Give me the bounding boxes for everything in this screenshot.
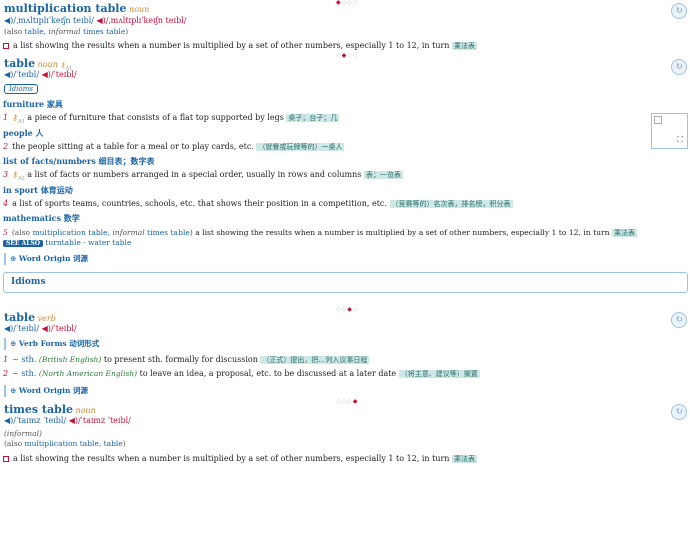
refresh-icon[interactable]: ↻ <box>671 59 687 75</box>
broken-image-icon <box>654 116 662 124</box>
definition: a list showing the results when a number… <box>3 454 478 464</box>
xref-link[interactable]: times table <box>83 27 125 36</box>
definition: a list showing the results when a number… <box>3 41 478 51</box>
translation: 乘法表 <box>611 229 637 237</box>
headword: times table <box>4 403 73 416</box>
translation: （竞赛等的）名次表，排名榜，积分表 <box>389 200 513 208</box>
sense-group-label: mathematics 数学 <box>3 213 80 223</box>
refresh-icon[interactable]: ↻ <box>671 404 687 420</box>
definition: 4a list of sports teams, countries, scho… <box>3 199 513 208</box>
speaker-icon[interactable]: ◀) <box>4 70 13 79</box>
translation: （就餐或玩牌等的）一桌人 <box>256 143 345 151</box>
idioms-button[interactable]: Idioms <box>4 84 38 94</box>
speaker-icon[interactable]: ◀) <box>4 416 13 425</box>
pronunciation-us: /ˈteɪbl/ <box>50 324 77 333</box>
part-of-speech: verb <box>37 314 56 323</box>
speaker-icon[interactable]: ◀) <box>4 16 13 25</box>
word-origin-toggle[interactable]: ⊕ Word Origin 词源 <box>4 253 88 265</box>
definition: 1 ⚷A1 a piece of furniture that consists … <box>3 113 340 125</box>
pronunciation-row: ◀)/ˈtaɪmz ˈteɪbl/ ◀)/ˈtaɪmz ˈteɪbl/ <box>4 416 131 425</box>
also-note: (also table, informal times table) <box>4 27 129 36</box>
speaker-icon[interactable]: ◀) <box>69 416 78 425</box>
sense-marker-icon <box>3 456 9 462</box>
pronunciation-uk: /ˈteɪbl/ <box>13 70 40 79</box>
idioms-section-header[interactable]: Idioms <box>3 272 688 293</box>
image-thumbnail[interactable]: ⛶ <box>651 113 688 149</box>
entry-header: table verb <box>4 311 56 324</box>
sense-group-label: furniture 家具 <box>3 99 63 109</box>
register-label: (British English) <box>38 355 102 364</box>
plus-icon: ⊕ <box>10 254 17 263</box>
refresh-icon[interactable]: ↻ <box>671 3 687 19</box>
translation: 表；一览表 <box>363 171 403 179</box>
pronunciation-us: /ˈtaɪmz ˈteɪbl/ <box>77 416 131 425</box>
definition: 2 the people sitting at a table for a mea… <box>3 142 345 151</box>
pronunciation-uk: /ˌmʌltɪplɪˈkeɪʃn teɪbl/ <box>13 16 94 25</box>
sense-group-label: people 人 <box>3 128 44 138</box>
pronunciation-us: /ˈteɪbl/ <box>50 70 77 79</box>
translation: 乘法表 <box>452 42 478 50</box>
translation: 桌子；台子；几 <box>286 114 340 122</box>
plus-icon: ⊕ <box>10 386 17 395</box>
expand-icon[interactable]: ⛶ <box>677 135 683 145</box>
entry-separator: ◆◇◇◇ <box>336 0 359 6</box>
part-of-speech: noun <box>75 406 96 415</box>
xref-link[interactable]: table, <box>25 27 47 36</box>
speaker-icon[interactable]: ◀) <box>42 324 51 333</box>
entry-header: times table noun <box>4 403 96 416</box>
pronunciation-row: ◀)/ˈteɪbl/ ◀)/ˈteɪbl/ <box>4 70 77 79</box>
also-note: (also multiplication table, table) <box>4 439 126 448</box>
sense-group-label: in sport 体育运动 <box>3 185 73 195</box>
headword: table <box>4 311 36 324</box>
sense-group-label: list of facts/numbers 细目表；数字表 <box>3 156 155 166</box>
definition: 1 ~ sth. (British English) to present sth… <box>3 355 370 364</box>
see-also-row: SEE ALSO turntable · water table <box>3 238 131 247</box>
sense-marker-icon <box>3 43 9 49</box>
register-label: (North American English) <box>38 369 138 378</box>
speaker-icon[interactable]: ◀) <box>4 324 13 333</box>
entry-separator: ◇◇◆◇ <box>336 306 359 313</box>
pronunciation-us: /ˌmʌltɪplɪˈkeɪʃn teɪbl/ <box>105 16 187 25</box>
part-of-speech: noun <box>37 60 58 69</box>
translation: （正式）提出，把…列入议事日程 <box>260 356 370 364</box>
entry-separator: ◇◆◇◇ <box>336 52 359 59</box>
definition: 3 ⚷A2 a list of facts or numbers arranged… <box>3 170 403 182</box>
xref-link[interactable]: times table <box>147 228 190 237</box>
headword: table <box>4 57 36 70</box>
translation: （将主意、建议等）搁置 <box>398 370 480 378</box>
entry-header: multiplication table noun <box>4 2 149 15</box>
refresh-icon[interactable]: ↻ <box>671 312 687 328</box>
definition: 5 (also multiplication table, informal ti… <box>3 228 637 237</box>
entry-separator: ◇◇◇◆ <box>336 398 359 405</box>
register-label: (informal) <box>4 429 42 438</box>
part-of-speech: noun <box>129 5 150 14</box>
see-also-links[interactable]: turntable · water table <box>45 238 131 247</box>
definition: 2 ~ sth. (North American English) to leav… <box>3 369 480 378</box>
speaker-icon[interactable]: ◀) <box>42 70 51 79</box>
verb-forms-toggle[interactable]: ⊕ Verb Forms 动词形式 <box>4 338 99 350</box>
speaker-icon[interactable]: ◀) <box>97 16 106 25</box>
pronunciation-row: ◀)/ˌmʌltɪplɪˈkeɪʃn teɪbl/ ◀)/ˌmʌltɪplɪˈk… <box>4 16 186 25</box>
xref-link[interactable]: multiplication table, <box>32 228 110 237</box>
see-also-badge: SEE ALSO <box>3 240 44 247</box>
xref-link[interactable]: multiplication table, table <box>25 439 123 448</box>
pronunciation-uk: /ˈteɪbl/ <box>13 324 40 333</box>
pronunciation-uk: /ˈtaɪmz ˈteɪbl/ <box>13 416 67 425</box>
headword: multiplication table <box>4 2 127 15</box>
word-origin-toggle[interactable]: ⊕ Word Origin 词源 <box>4 385 88 397</box>
pronunciation-row: ◀)/ˈteɪbl/ ◀)/ˈteɪbl/ <box>4 324 77 333</box>
plus-icon: ⊕ <box>10 339 17 348</box>
translation: 乘法表 <box>452 455 478 463</box>
